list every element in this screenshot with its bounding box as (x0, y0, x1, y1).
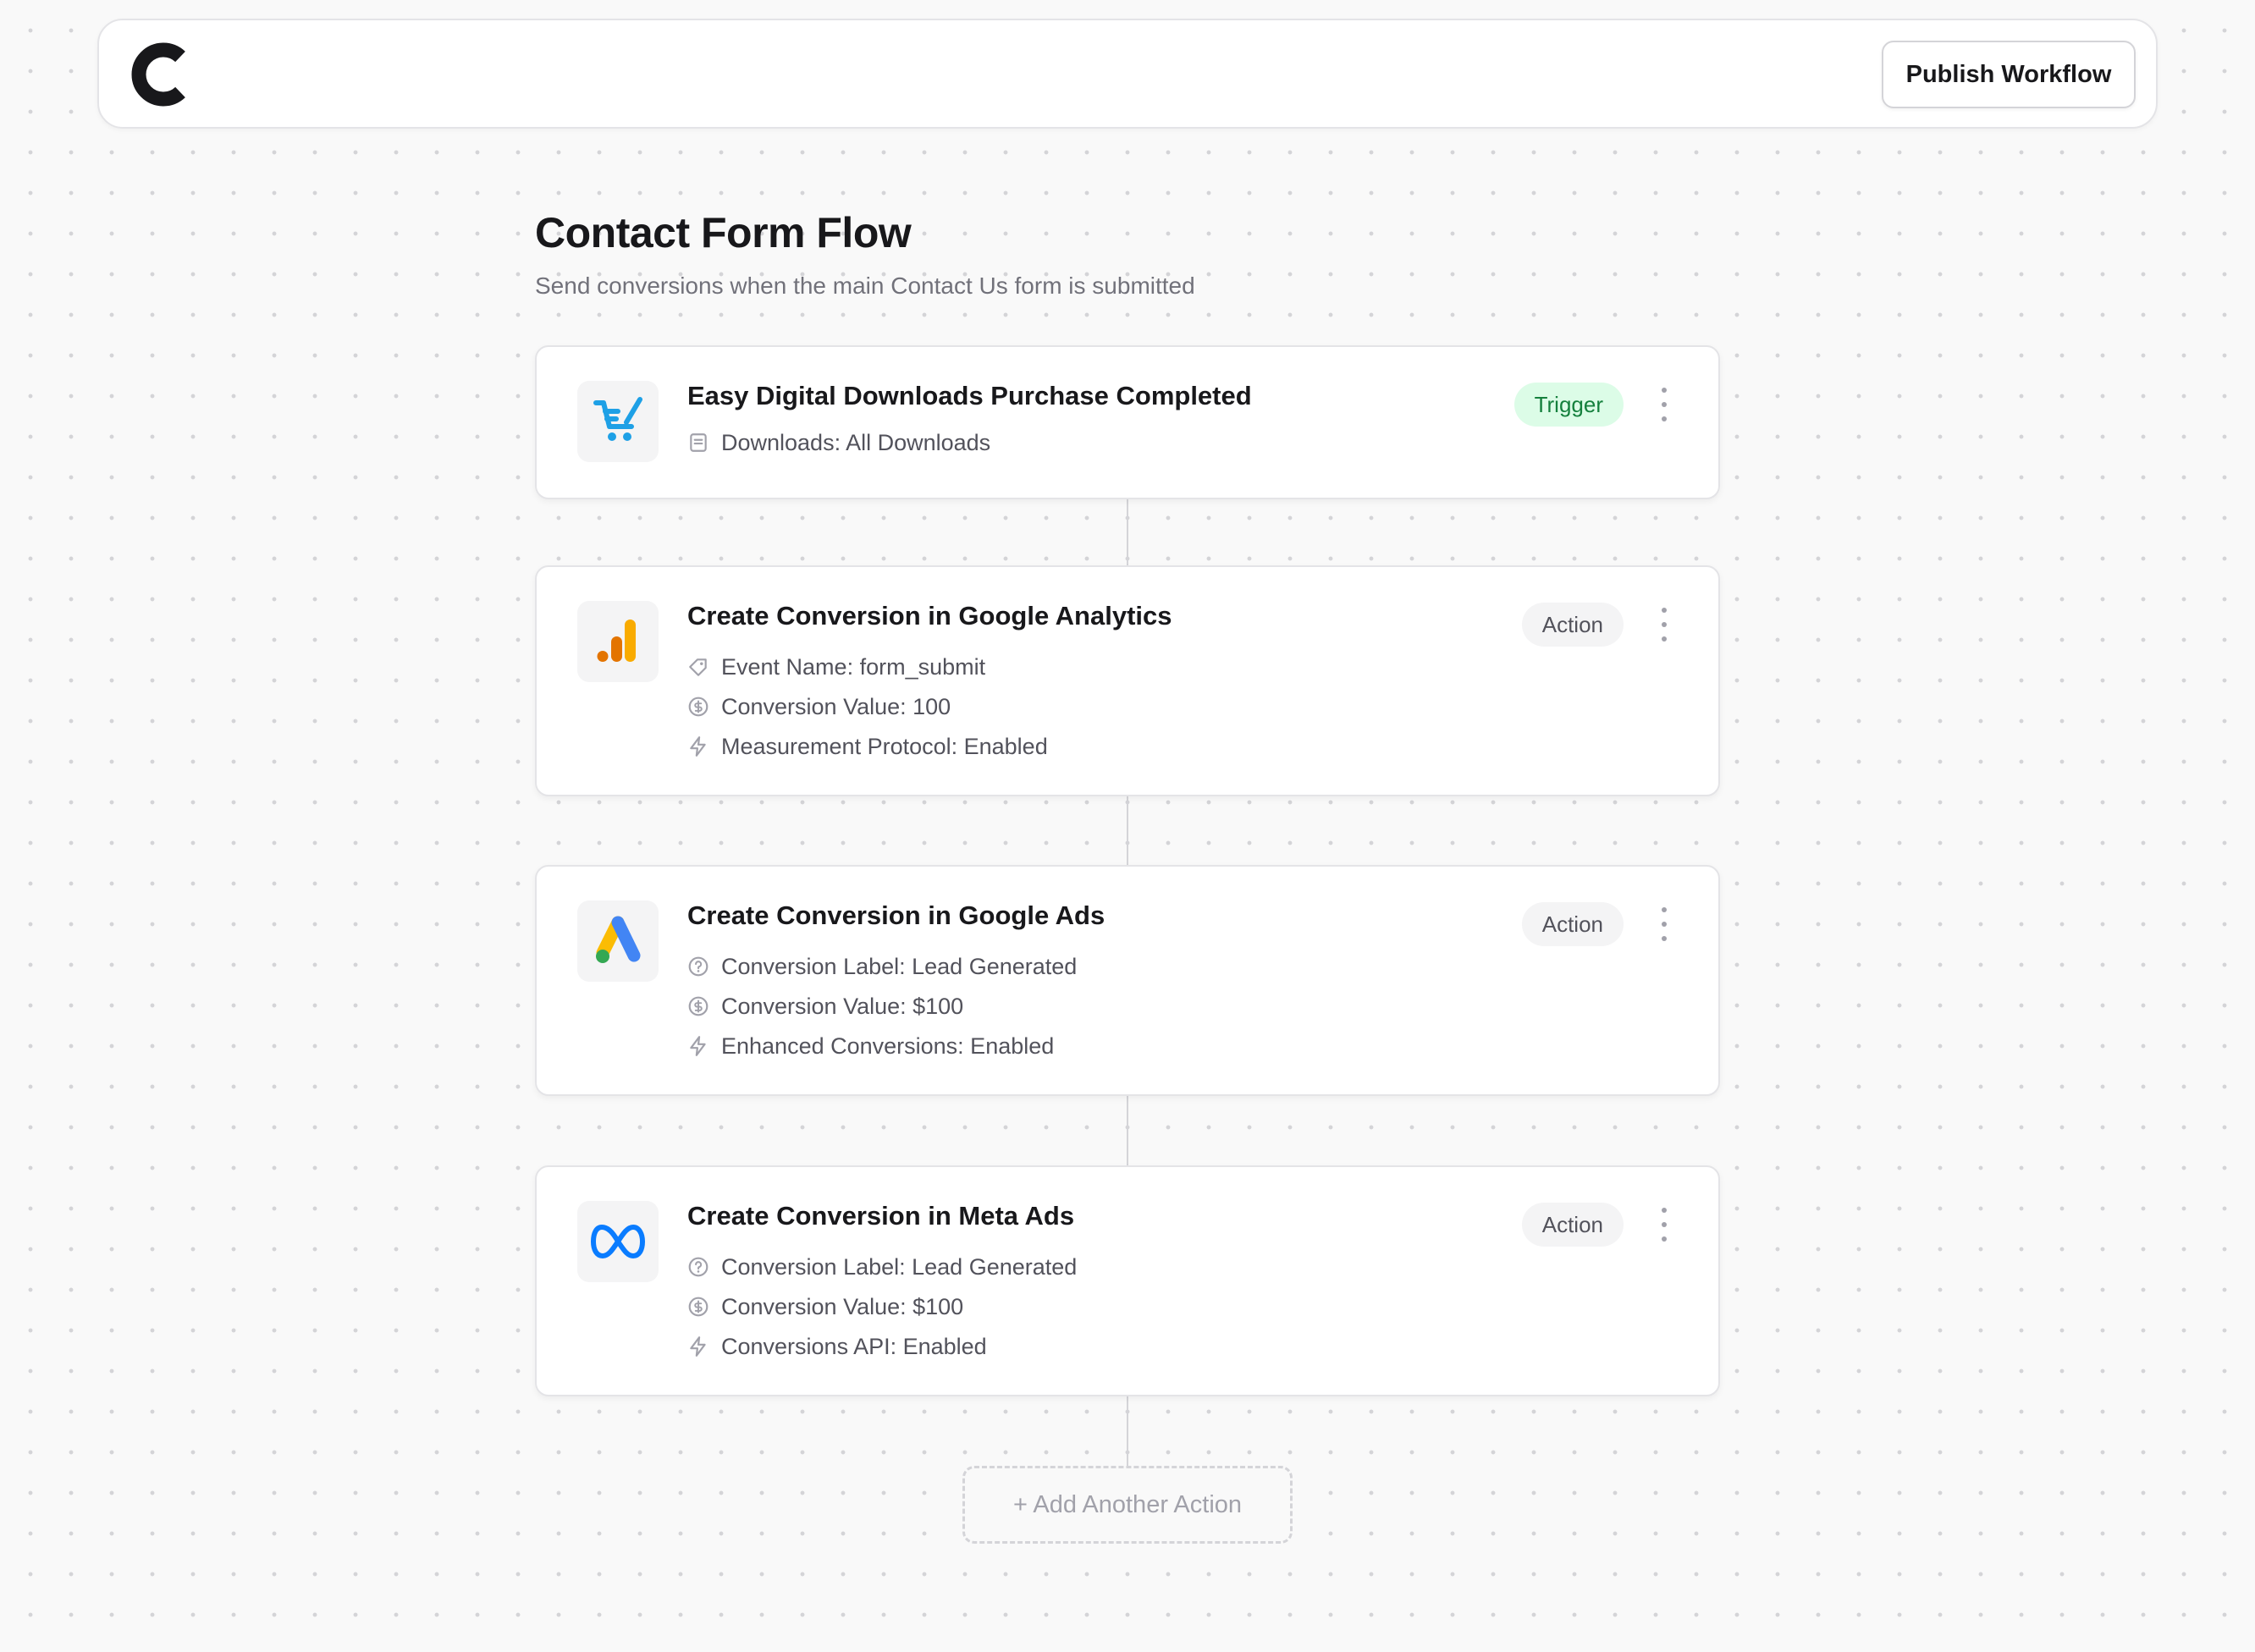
step-title: Create Conversion in Google Ads (687, 900, 1105, 930)
step-title: Create Conversion in Meta Ads (687, 1201, 1075, 1231)
step-detail: Event Name: form_submit (687, 653, 985, 681)
step-detail: Conversions API: Enabled (687, 1332, 987, 1361)
more-options-icon[interactable] (1657, 907, 1671, 941)
detail-text: Downloads: All Downloads (721, 429, 991, 455)
workflow-subtitle: Send conversions when the main Contact U… (535, 273, 1195, 299)
workflow-title: Contact Form Flow (535, 209, 912, 256)
step-detail: Conversion Value: 100 (687, 692, 951, 721)
top-bar: Publish Workflow (97, 19, 2158, 129)
add-another-action-button[interactable]: + Add Another Action (962, 1466, 1293, 1544)
detail-text: Measurement Protocol: Enabled (721, 733, 1048, 759)
connector-line (1127, 796, 1128, 866)
more-options-icon[interactable] (1657, 608, 1671, 642)
step-title: Easy Digital Downloads Purchase Complete… (687, 381, 1252, 410)
google-analytics-icon (577, 601, 659, 682)
more-options-icon[interactable] (1657, 1208, 1671, 1242)
detail-text: Event Name: form_submit (721, 653, 986, 680)
publish-workflow-button[interactable]: Publish Workflow (1882, 41, 2136, 108)
step-detail: Measurement Protocol: Enabled (687, 732, 1048, 761)
detail-text: Conversion Label: Lead Generated (721, 953, 1078, 979)
google-ads-icon (577, 900, 659, 982)
action-card-meta-ads[interactable]: Create Conversion in Meta Ads Conversion… (535, 1165, 1720, 1396)
step-detail: Downloads: All Downloads (687, 428, 990, 457)
action-badge: Action (1521, 902, 1624, 946)
help-circle-icon (688, 1257, 708, 1277)
detail-text: Conversion Value: $100 (721, 993, 964, 1019)
detail-text: Conversion Label: Lead Generated (721, 1253, 1078, 1280)
meta-icon (577, 1201, 659, 1282)
dollar-circle-icon (688, 996, 708, 1016)
detail-text: Enhanced Conversions: Enabled (721, 1032, 1055, 1059)
edd-cart-icon (577, 381, 659, 462)
step-detail: Conversion Value: $100 (687, 1292, 963, 1321)
help-circle-icon (688, 956, 708, 977)
action-card-google-ads[interactable]: Create Conversion in Google Ads Conversi… (535, 865, 1720, 1096)
connector-line (1127, 499, 1128, 567)
trigger-card[interactable]: Easy Digital Downloads Purchase Complete… (535, 345, 1720, 499)
c-logo-icon[interactable] (128, 42, 192, 107)
action-badge: Action (1521, 603, 1624, 647)
dollar-circle-icon (688, 697, 708, 717)
lightning-icon (690, 1036, 706, 1056)
tag-icon (689, 658, 707, 676)
step-detail: Conversion Value: $100 (687, 992, 963, 1021)
step-detail: Conversion Label: Lead Generated (687, 1253, 1077, 1281)
action-card-google-analytics[interactable]: Create Conversion in Google Analytics Ev… (535, 565, 1720, 796)
step-detail: Enhanced Conversions: Enabled (687, 1032, 1054, 1060)
detail-text: Conversion Value: 100 (721, 693, 951, 719)
action-badge: Action (1521, 1203, 1624, 1247)
step-detail: Conversion Label: Lead Generated (687, 952, 1077, 981)
detail-text: Conversions API: Enabled (721, 1333, 987, 1359)
detail-text: Conversion Value: $100 (721, 1293, 964, 1319)
trigger-badge: Trigger (1513, 383, 1624, 427)
dollar-circle-icon (688, 1297, 708, 1317)
document-icon (690, 433, 707, 452)
more-options-icon[interactable] (1657, 388, 1671, 421)
step-title: Create Conversion in Google Analytics (687, 601, 1172, 631)
connector-line (1127, 1096, 1128, 1165)
lightning-icon (690, 736, 706, 757)
lightning-icon (690, 1336, 706, 1357)
connector-line (1127, 1396, 1128, 1468)
